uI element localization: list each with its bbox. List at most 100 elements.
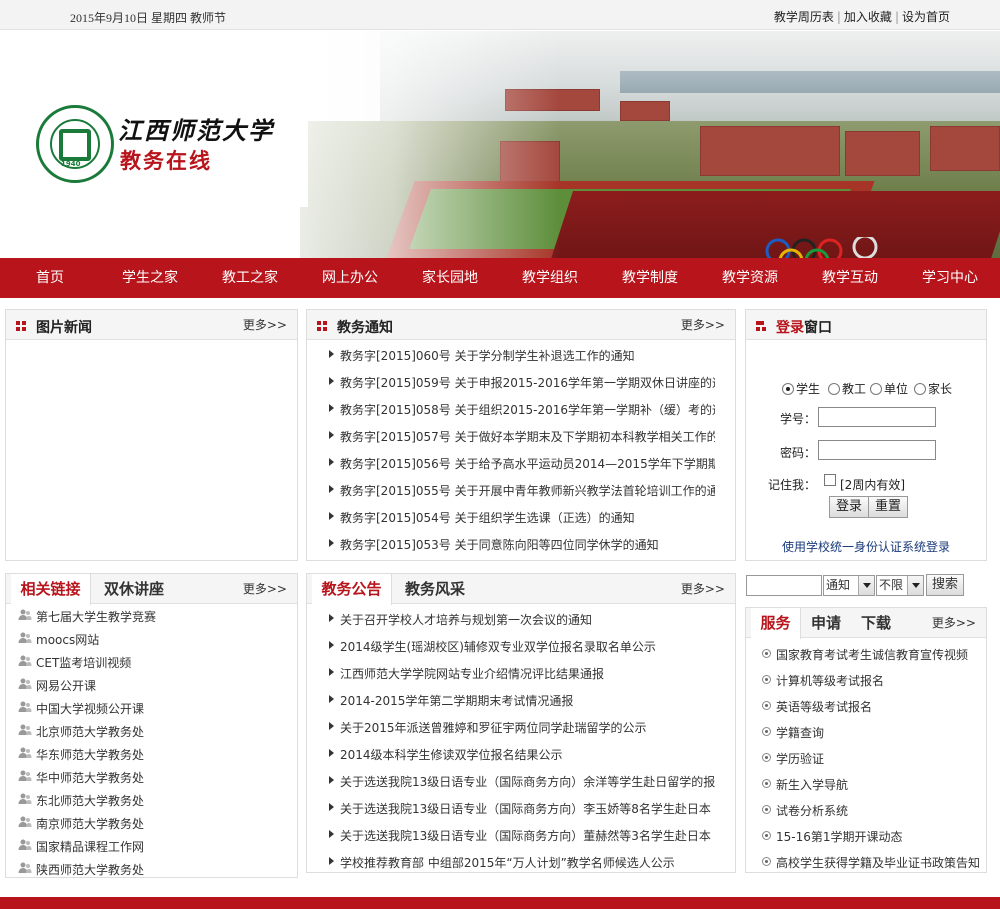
tab-services[interactable]: 服务 (751, 608, 801, 639)
announcement-item[interactable]: 关于选送我院13级日语专业（国际商务方向）余洋等学生赴日留学的报 (307, 771, 735, 791)
notice-item[interactable]: 教务字[2015]056号 关于给予高水平运动员2014—2015学年下学期期 (307, 453, 735, 473)
notice-item[interactable]: 教务字[2015]053号 关于同意陈向阳等四位同学休学的通知 (307, 534, 735, 554)
announcement-item[interactable]: 2014级本科学生修读双学位报名结果公示 (307, 744, 735, 764)
link-item[interactable]: 第七届大学生教学竞赛 (6, 606, 297, 626)
role-parent-radio[interactable]: 家长 (914, 380, 952, 397)
chevron-down-icon (907, 576, 923, 595)
university-name: 江西师范大学 (118, 116, 274, 145)
service-item[interactable]: 15-16第1学期开课动态 (746, 826, 986, 846)
notice-item[interactable]: 教务字[2015]055号 关于开展中青年教师新兴教学法首轮培训工作的通 (307, 480, 735, 500)
role-student-radio[interactable]: 学生 (782, 380, 820, 397)
announcement-item[interactable]: 关于2015年派送曾雅婷和罗征宇两位同学赴瑞留学的公示 (307, 717, 735, 737)
site-logo[interactable]: 1940 江西师范大学 教务在线 (30, 101, 308, 207)
link-item[interactable]: 华东师范大学教务处 (6, 744, 297, 764)
nav-staff[interactable]: 教工之家 (200, 258, 300, 298)
nav-teaching-resources[interactable]: 教学资源 (700, 258, 800, 298)
photo-news-panel: 图片新闻 更多>> (5, 309, 298, 561)
search-type-select[interactable]: 通知 (823, 575, 875, 596)
login-title: 登录窗口 (776, 320, 832, 336)
grid-icon (16, 321, 26, 331)
nav-home[interactable]: 首页 (0, 258, 100, 298)
service-item[interactable]: 学历验证 (746, 748, 986, 768)
tab-related-links[interactable]: 相关链接 (11, 574, 91, 605)
arrow-right-icon (329, 668, 334, 676)
bullet-icon (762, 857, 771, 866)
announcement-item[interactable]: 2014级学生(瑶湖校区)辅修双专业双学位报名录取名单公示 (307, 636, 735, 656)
user-group-icon (18, 862, 32, 873)
nav-teaching-rules[interactable]: 教学制度 (600, 258, 700, 298)
announcement-item[interactable]: 江西师范大学学院网站专业介绍情况评比结果通报 (307, 663, 735, 683)
announcement-item[interactable]: 学校推荐教育部 中组部2015年“万人计划”教学名师候选人公示 (307, 852, 735, 872)
link-item[interactable]: 陕西师范大学教务处 (6, 859, 297, 879)
service-item[interactable]: 计算机等级考试报名 (746, 670, 986, 690)
tab-announcements[interactable]: 教务公告 (312, 574, 392, 605)
service-item[interactable]: 新生入学导航 (746, 774, 986, 794)
reset-button[interactable]: 重置 (868, 496, 909, 518)
notice-item[interactable]: 教务字[2015]060号 关于学分制学生补退选工作的通知 (307, 345, 735, 365)
arrow-right-icon (329, 350, 334, 358)
notice-item[interactable]: 教务字[2015]054号 关于组织学生选课（正选）的通知 (307, 507, 735, 527)
photo-news-title: 图片新闻 (36, 320, 92, 336)
password-label: 密码： (780, 446, 817, 460)
login-button[interactable]: 登录 (829, 496, 870, 518)
password-input[interactable] (818, 440, 936, 460)
services-more-link[interactable]: 更多>> (932, 614, 976, 631)
service-item[interactable]: 试卷分析系统 (746, 800, 986, 820)
notices-more-link[interactable]: 更多>> (681, 316, 725, 333)
search-button[interactable]: 搜索 (926, 574, 964, 596)
username-input[interactable] (818, 407, 936, 427)
role-unit-radio[interactable]: 单位 (870, 380, 908, 397)
footer-divider (0, 897, 1000, 909)
search-input[interactable] (746, 575, 822, 596)
link-item[interactable]: 北京师范大学教务处 (6, 721, 297, 741)
nav-teaching-interaction[interactable]: 教学互动 (800, 258, 900, 298)
nav-students[interactable]: 学生之家 (100, 258, 200, 298)
chevron-down-icon (858, 576, 874, 595)
service-item[interactable]: 高校学生获得学籍及毕业证书政策告知 (746, 852, 986, 872)
announcement-item[interactable]: 关于选送我院13级日语专业（国际商务方向）李玉娇等8名学生赴日本 (307, 798, 735, 818)
announcement-item[interactable]: 2014-2015学年第二学期期末考试情况通报 (307, 690, 735, 710)
notice-item[interactable]: 教务字[2015]057号 关于做好本学期末及下学期初本科教学相关工作的 (307, 426, 735, 446)
link-item[interactable]: moocs网站 (6, 629, 297, 649)
link-item[interactable]: CET监考培训视频 (6, 652, 297, 672)
top-links: 教学周历表 | 加入收藏 | 设为首页 (773, 10, 950, 24)
nav-learning-center[interactable]: 学习中心 (900, 258, 1000, 298)
announcement-item[interactable]: 关于选送我院13级日语专业（国际商务方向）董赫然等3名学生赴日本 (307, 825, 735, 845)
link-item[interactable]: 网易公开课 (6, 675, 297, 695)
search-time-select[interactable]: 不限 (876, 575, 924, 596)
role-staff-radio[interactable]: 教工 (828, 380, 866, 397)
link-teaching-calendar[interactable]: 教学周历表 (774, 10, 834, 24)
announcements-more-link[interactable]: 更多>> (681, 580, 725, 597)
arrow-right-icon (329, 614, 334, 622)
service-item[interactable]: 学籍查询 (746, 722, 986, 742)
tab-teaching-style[interactable]: 教务风采 (395, 574, 475, 604)
photo-news-more-link[interactable]: 更多>> (243, 316, 287, 333)
link-add-favorite[interactable]: 加入收藏 (844, 10, 892, 24)
nav-teaching-org[interactable]: 教学组织 (500, 258, 600, 298)
link-set-homepage[interactable]: 设为首页 (902, 10, 950, 24)
service-item[interactable]: 国家教育考试考生诚信教育宣传视频 (746, 644, 986, 664)
link-item[interactable]: 东北师范大学教务处 (6, 790, 297, 810)
nav-parents[interactable]: 家长园地 (400, 258, 500, 298)
announcements-panel: 教务公告 教务风采 更多>> 关于召开学校人才培养与规划第一次会议的通知 201… (306, 573, 736, 873)
university-seal-icon: 1940 (36, 105, 114, 183)
notice-item[interactable]: 教务字[2015]059号 关于申报2015-2016学年第一学期双休日讲座的通 (307, 372, 735, 392)
link-item[interactable]: 中国大学视频公开课 (6, 698, 297, 718)
tab-applications[interactable]: 申请 (803, 608, 849, 638)
link-item[interactable]: 国家精品课程工作网 (6, 836, 297, 856)
remember-checkbox[interactable] (824, 474, 836, 486)
service-item[interactable]: 英语等级考试报名 (746, 696, 986, 716)
announcement-item[interactable]: 关于召开学校人才培养与规划第一次会议的通知 (307, 609, 735, 629)
nav-online-office[interactable]: 网上办公 (300, 258, 400, 298)
tab-downloads[interactable]: 下载 (852, 608, 900, 638)
links-more-link[interactable]: 更多>> (243, 580, 287, 597)
link-item[interactable]: 南京师范大学教务处 (6, 813, 297, 833)
sso-login-link[interactable]: 使用学校统一身份认证系统登录 (782, 538, 950, 555)
user-group-icon (18, 747, 32, 758)
link-item[interactable]: 华中师范大学教务处 (6, 767, 297, 787)
remember-hint: [2周内有效] (840, 478, 905, 492)
notice-item[interactable]: 教务字[2015]058号 关于组织2015-2016学年第一学期补（缓）考的通 (307, 399, 735, 419)
tab-weekend-lectures[interactable]: 双休讲座 (94, 574, 174, 604)
user-group-icon (18, 770, 32, 781)
user-group-icon (18, 678, 32, 689)
